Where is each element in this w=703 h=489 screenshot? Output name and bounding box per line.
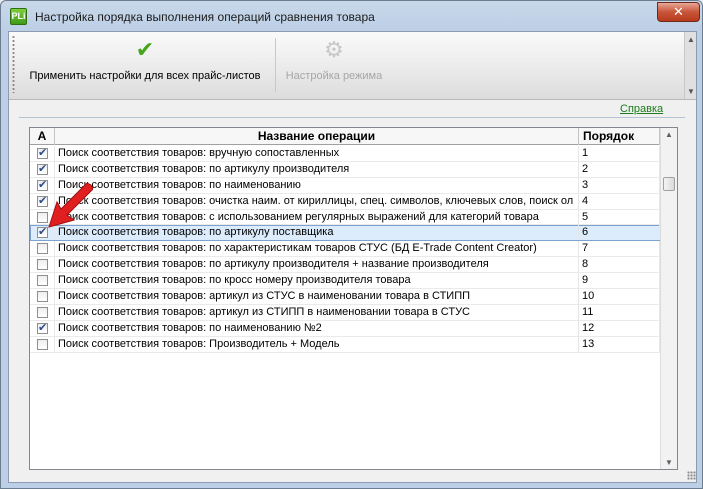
table-row[interactable]: Поиск соответствия товаров: по наименова… bbox=[30, 320, 660, 337]
column-header-order[interactable]: Порядок bbox=[579, 128, 660, 145]
row-operation-name: Поиск соответствия товаров: Производител… bbox=[55, 336, 579, 352]
operations-grid: A Название операции Порядок Поиск соотве… bbox=[29, 127, 678, 470]
table-row[interactable]: Поиск соответствия товаров: по артикулу … bbox=[30, 161, 660, 178]
table-row[interactable]: Поиск соответствия товаров: с использова… bbox=[30, 209, 660, 226]
row-operation-name: Поиск соответствия товаров: по кросс ном… bbox=[55, 273, 579, 289]
scroll-up-icon[interactable]: ▲ bbox=[665, 130, 673, 139]
grid-vertical-scrollbar[interactable]: ▲ ▼ bbox=[660, 128, 677, 469]
table-row[interactable]: Поиск соответствия товаров: артикул из С… bbox=[30, 289, 660, 305]
table-row[interactable]: Поиск соответствия товаров: по характери… bbox=[30, 241, 660, 258]
table-row[interactable]: Поиск соответствия товаров: артикул из С… bbox=[30, 304, 660, 321]
help-divider bbox=[19, 117, 685, 118]
row-checkbox-cell bbox=[30, 161, 55, 177]
gear-icon: ⚙ bbox=[324, 37, 344, 62]
dialog-window: PLi Настройка порядка выполнения операци… bbox=[0, 0, 703, 489]
mode-settings-label: Настройка режима bbox=[285, 70, 383, 82]
row-active-checkbox[interactable] bbox=[37, 146, 48, 161]
row-operation-name: Поиск соответствия товаров: по артикулу … bbox=[55, 161, 579, 177]
row-order[interactable]: 3 bbox=[579, 177, 660, 193]
dialog-client-area: ✔ Применить настройки для всех прайс-лис… bbox=[8, 31, 697, 483]
row-active-checkbox[interactable] bbox=[37, 259, 48, 271]
row-order[interactable]: 8 bbox=[579, 257, 660, 273]
row-order[interactable]: 10 bbox=[579, 289, 660, 305]
window-title: Настройка порядка выполнения операций ср… bbox=[35, 10, 375, 24]
row-checkbox-cell bbox=[30, 320, 55, 336]
row-checkbox-cell bbox=[30, 257, 55, 273]
table-row[interactable]: Поиск соответствия товаров: по артикулу … bbox=[30, 225, 660, 242]
red-arrow-icon bbox=[48, 183, 93, 228]
row-checkbox-cell bbox=[30, 304, 55, 320]
row-operation-name: Поиск соответствия товаров: по наименова… bbox=[55, 320, 579, 336]
row-checkbox-cell bbox=[30, 146, 55, 161]
table-row[interactable]: Поиск соответствия товаров: по наименова… bbox=[30, 177, 660, 194]
row-checkbox-cell bbox=[30, 336, 55, 352]
toolbar-separator bbox=[275, 38, 276, 92]
toolbar-scroll-up-icon[interactable]: ▲ bbox=[687, 35, 695, 44]
row-operation-name: Поиск соответствия товаров: вручную сопо… bbox=[55, 146, 579, 161]
row-order[interactable]: 6 bbox=[579, 225, 660, 241]
row-checkbox-cell bbox=[30, 273, 55, 289]
toolbar-scroll-down-icon[interactable]: ▼ bbox=[687, 87, 695, 96]
row-operation-name: Поиск соответствия товаров: очистка наим… bbox=[55, 193, 579, 209]
toolbar-scroll[interactable]: ▲ ▼ bbox=[684, 32, 696, 99]
app-icon: PLi bbox=[10, 8, 27, 25]
scroll-thumb[interactable] bbox=[663, 177, 675, 191]
title-bar[interactable]: PLi Настройка порядка выполнения операци… bbox=[1, 1, 702, 31]
toolbar-grip[interactable] bbox=[12, 35, 15, 93]
table-row[interactable]: Поиск соответствия товаров: Производител… bbox=[30, 336, 660, 353]
grid-header: A Название операции Порядок bbox=[30, 128, 660, 145]
row-order[interactable]: 4 bbox=[579, 193, 660, 209]
row-operation-name: Поиск соответствия товаров: по характери… bbox=[55, 241, 579, 257]
row-order[interactable]: 5 bbox=[579, 209, 660, 225]
row-operation-name: Поиск соответствия товаров: артикул из С… bbox=[55, 304, 579, 320]
row-checkbox-cell bbox=[30, 241, 55, 257]
row-operation-name: Поиск соответствия товаров: по наименова… bbox=[55, 177, 579, 193]
help-link[interactable]: Справка bbox=[620, 103, 663, 115]
column-header-operation-name[interactable]: Название операции bbox=[55, 128, 579, 145]
row-order[interactable]: 7 bbox=[579, 241, 660, 257]
row-operation-name: Поиск соответствия товаров: артикул из С… bbox=[55, 289, 579, 305]
row-active-checkbox[interactable] bbox=[37, 162, 48, 177]
grid-rows: Поиск соответствия товаров: вручную сопо… bbox=[30, 146, 660, 353]
row-active-checkbox[interactable] bbox=[37, 338, 48, 350]
column-header-active[interactable]: A bbox=[30, 128, 55, 145]
row-active-checkbox[interactable] bbox=[37, 243, 48, 255]
table-row[interactable]: Поиск соответствия товаров: по артикулу … bbox=[30, 257, 660, 274]
resize-grip[interactable] bbox=[687, 471, 696, 480]
row-operation-name: Поиск соответствия товаров: по артикулу … bbox=[55, 225, 579, 241]
apply-settings-label: Применить настройки для всех прайс-листо… bbox=[29, 70, 261, 82]
toolbar: ✔ Применить настройки для всех прайс-лис… bbox=[9, 32, 696, 100]
row-order[interactable]: 13 bbox=[579, 336, 660, 352]
close-button[interactable]: ✕ bbox=[657, 2, 700, 22]
mode-settings-button[interactable]: ⚙ Настройка режима bbox=[279, 36, 389, 92]
row-order[interactable]: 1 bbox=[579, 146, 660, 161]
table-row[interactable]: Поиск соответствия товаров: вручную сопо… bbox=[30, 146, 660, 162]
table-row[interactable]: Поиск соответствия товаров: очистка наим… bbox=[30, 193, 660, 210]
row-order[interactable]: 12 bbox=[579, 320, 660, 336]
row-order[interactable]: 9 bbox=[579, 273, 660, 289]
row-active-checkbox[interactable] bbox=[37, 306, 48, 318]
row-order[interactable]: 2 bbox=[579, 161, 660, 177]
apply-settings-button[interactable]: ✔ Применить настройки для всех прайс-лис… bbox=[19, 36, 271, 92]
row-active-checkbox[interactable] bbox=[37, 321, 48, 336]
red-arrow-annotation bbox=[48, 183, 93, 228]
table-row[interactable]: Поиск соответствия товаров: по кросс ном… bbox=[30, 273, 660, 290]
row-active-checkbox[interactable] bbox=[37, 275, 48, 287]
row-active-checkbox[interactable] bbox=[37, 291, 48, 303]
row-order[interactable]: 11 bbox=[579, 304, 660, 320]
check-icon: ✔ bbox=[135, 37, 155, 62]
scroll-down-icon[interactable]: ▼ bbox=[665, 458, 673, 467]
row-operation-name: Поиск соответствия товаров: по артикулу … bbox=[55, 257, 579, 273]
row-checkbox-cell bbox=[30, 289, 55, 305]
row-operation-name: Поиск соответствия товаров: с использова… bbox=[55, 209, 579, 225]
